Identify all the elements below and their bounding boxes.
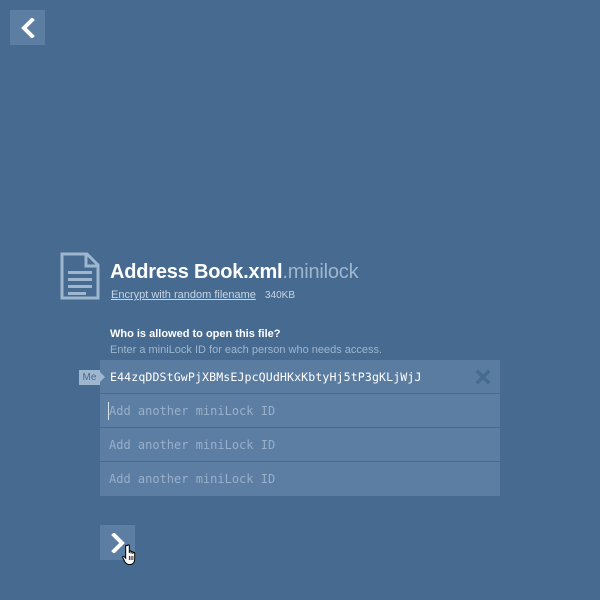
close-icon[interactable]	[475, 369, 491, 385]
document-icon	[60, 252, 100, 300]
file-size: 340KB	[264, 290, 295, 301]
back-button[interactable]	[10, 10, 45, 45]
hand-pointer-icon	[122, 544, 136, 565]
recipients-title: Who is allowed to open this file?	[110, 328, 281, 340]
id-input-row	[100, 462, 500, 496]
file-meta: Encrypt with random filename 340KB	[111, 288, 295, 303]
minilock-id-input[interactable]	[109, 432, 489, 457]
minilock-id-list: Me E44zqDDStGwPjXBMsEJpcQUdHKxKbtyHj5tP3…	[79, 360, 500, 496]
id-input-row	[100, 394, 500, 428]
my-id-row: Me E44zqDDStGwPjXBMsEJpcQUdHKxKbtyHj5tP3…	[79, 360, 500, 394]
text-cursor	[108, 402, 109, 420]
me-tag: Me	[79, 370, 105, 385]
minilock-id-input[interactable]	[109, 398, 489, 423]
file-name: Address Book.xml.minilock	[110, 259, 359, 285]
my-minilock-id: E44zqDDStGwPjXBMsEJpcQUdHKxKbtyHj5tP3gKL…	[110, 369, 422, 384]
encrypt-random-filename-link[interactable]: Encrypt with random filename	[111, 289, 256, 301]
file-name-base: Address Book.xml	[110, 261, 283, 283]
chevron-left-icon	[20, 17, 35, 38]
file-extension: .minilock	[282, 261, 359, 283]
id-input-row	[100, 428, 500, 462]
recipients-subtitle: Enter a miniLock ID for each person who …	[110, 344, 383, 356]
minilock-id-input[interactable]	[109, 467, 489, 491]
minilock-encrypt-screen: Address Book.xml.minilock Encrypt with r…	[0, 0, 600, 600]
